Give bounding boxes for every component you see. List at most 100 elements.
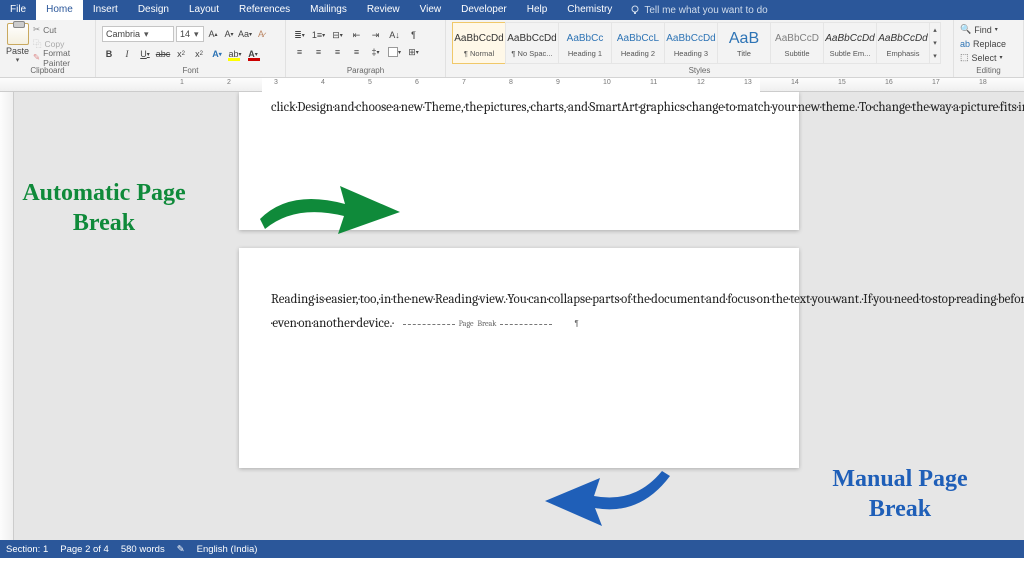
ruler-tick: 18 xyxy=(979,79,987,86)
find-label: Find xyxy=(974,25,992,35)
bold-button[interactable]: B xyxy=(102,47,116,61)
ruler-tick: 13 xyxy=(744,79,752,86)
font-size-combo[interactable]: 14▾ xyxy=(176,26,204,42)
highlight-button[interactable]: ab▾ xyxy=(228,47,242,61)
tab-developer[interactable]: Developer xyxy=(451,0,517,20)
status-page[interactable]: Page 2 of 4 xyxy=(60,544,109,555)
font-color-button[interactable]: A▾ xyxy=(246,47,260,61)
document-body-text[interactable]: Reading·is·easier,·too,·in·the·new·Readi… xyxy=(271,288,767,336)
lightbulb-icon xyxy=(630,5,640,15)
tab-review[interactable]: Review xyxy=(357,0,410,20)
styles-gallery[interactable]: AaBbCcDd¶ NormalAaBbCcDd¶ No Spac...AaBb… xyxy=(452,22,947,64)
document-page-2[interactable]: Reading·is·easier,·too,·in·the·new·Readi… xyxy=(239,248,799,468)
multilevel-button[interactable]: ⊟▾ xyxy=(330,28,345,42)
search-icon: 🔍 xyxy=(960,24,971,35)
replace-button[interactable]: abReplace xyxy=(960,37,1006,51)
brush-icon: ✎ xyxy=(33,52,40,63)
line-spacing-button[interactable]: ‡▾ xyxy=(368,45,383,59)
status-section[interactable]: Section: 1 xyxy=(6,544,48,555)
status-bar: Section: 1 Page 2 of 4 580 words ✎ Engli… xyxy=(0,540,1024,558)
ruler-tick: 10 xyxy=(603,79,611,86)
paste-label: Paste xyxy=(6,46,29,56)
tab-file[interactable]: File xyxy=(0,0,36,20)
shading-button[interactable]: ▾ xyxy=(387,45,402,59)
decrease-indent-button[interactable]: ⇤ xyxy=(349,28,364,42)
clipboard-group-label: Clipboard xyxy=(6,65,89,77)
style-title[interactable]: AaBTitle xyxy=(717,22,771,64)
underline-button[interactable]: U▾ xyxy=(138,47,152,61)
find-button[interactable]: 🔍Find▾ xyxy=(960,23,1006,37)
format-painter-button[interactable]: ✎Format Painter xyxy=(33,51,89,65)
select-button[interactable]: ⬚Select▾ xyxy=(960,51,1006,65)
font-group-label: Font xyxy=(102,65,279,77)
tab-mailings[interactable]: Mailings xyxy=(300,0,357,20)
numbering-button[interactable]: 1≡▾ xyxy=(311,28,326,42)
arrow-right-icon xyxy=(250,174,410,244)
font-size-value: 14 xyxy=(180,29,190,39)
style-emphasis[interactable]: AaBbCcDdEmphasis xyxy=(876,22,930,64)
tab-view[interactable]: View xyxy=(410,0,452,20)
style-subtle-em-[interactable]: AaBbCcDdSubtle Em... xyxy=(823,22,877,64)
borders-button[interactable]: ⊞▾ xyxy=(406,45,421,59)
replace-label: Replace xyxy=(973,39,1006,49)
tab-help[interactable]: Help xyxy=(517,0,558,20)
tab-layout[interactable]: Layout xyxy=(179,0,229,20)
shrink-font-button[interactable]: A▾ xyxy=(222,27,236,41)
align-right-button[interactable]: ≡ xyxy=(330,45,345,59)
styles-more-button[interactable]: ▴▾▾ xyxy=(929,22,941,64)
style-heading-1[interactable]: AaBbCcHeading 1 xyxy=(558,22,612,64)
align-center-button[interactable]: ≡ xyxy=(311,45,326,59)
tab-design[interactable]: Design xyxy=(128,0,179,20)
tab-home[interactable]: Home xyxy=(36,0,83,20)
ruler-tick: 16 xyxy=(885,79,893,86)
align-left-button[interactable]: ≡ xyxy=(292,45,307,59)
status-words[interactable]: 580 words xyxy=(121,544,165,555)
document-body-text[interactable]: click·Design·and·choose·a·new·Theme,·the… xyxy=(271,96,767,120)
replace-icon: ab xyxy=(960,39,970,49)
text-effects-button[interactable]: A▾ xyxy=(210,47,224,61)
style-subtitle[interactable]: AaBbCcDSubtitle xyxy=(770,22,824,64)
ruler-tick: 1 xyxy=(180,79,184,86)
proofing-icon[interactable]: ✎ xyxy=(177,544,185,555)
style-heading-2[interactable]: AaBbCcLHeading 2 xyxy=(611,22,665,64)
italic-button[interactable]: I xyxy=(120,47,134,61)
status-language[interactable]: English (India) xyxy=(197,544,258,555)
clear-formatting-button[interactable]: A̷ xyxy=(254,27,268,41)
tab-insert[interactable]: Insert xyxy=(83,0,128,20)
page2-text: Reading·is·easier,·too,·in·the·new·Readi… xyxy=(271,292,1024,331)
tell-me-label: Tell me what you want to do xyxy=(644,5,767,16)
ruler-tick: 15 xyxy=(838,79,846,86)
change-case-button[interactable]: Aa▾ xyxy=(238,27,252,41)
grow-font-button[interactable]: A▴ xyxy=(206,27,220,41)
ruler-tick: 5 xyxy=(368,79,372,86)
justify-button[interactable]: ≡ xyxy=(349,45,364,59)
arrow-left-icon xyxy=(540,466,680,536)
sort-button[interactable]: A↓ xyxy=(387,28,402,42)
font-name-combo[interactable]: Cambria▾ xyxy=(102,26,174,42)
tab-chemistry[interactable]: Chemistry xyxy=(557,0,622,20)
cut-button[interactable]: ✂Cut xyxy=(33,23,89,37)
style--normal[interactable]: AaBbCcDd¶ Normal xyxy=(452,22,506,64)
increase-indent-button[interactable]: ⇥ xyxy=(368,28,383,42)
styles-group-label: Styles xyxy=(452,65,947,77)
tab-references[interactable]: References xyxy=(229,0,300,20)
paste-button[interactable]: Paste ▾ xyxy=(6,23,33,64)
ruler-tick: 14 xyxy=(791,79,799,86)
bullets-button[interactable]: ≣▾ xyxy=(292,28,307,42)
tell-me-search[interactable]: Tell me what you want to do xyxy=(630,5,767,16)
scissors-icon: ✂ xyxy=(33,24,40,35)
subscript-button[interactable]: x2 xyxy=(174,47,188,61)
ruler-tick: 17 xyxy=(932,79,940,86)
paste-icon xyxy=(7,23,29,45)
style-heading-3[interactable]: AaBbCcDdHeading 3 xyxy=(664,22,718,64)
ruler-tick: 2 xyxy=(227,79,231,86)
superscript-button[interactable]: x2 xyxy=(192,47,206,61)
editing-group-label: Editing xyxy=(960,65,1017,77)
ruler-tick: 3 xyxy=(274,79,278,86)
vertical-ruler[interactable] xyxy=(0,92,14,540)
annotation-automatic: Automatic Page Break xyxy=(4,178,204,238)
horizontal-ruler[interactable]: 123456789101112131415161718 xyxy=(0,78,1024,92)
show-marks-button[interactable]: ¶ xyxy=(406,28,421,42)
strikethrough-button[interactable]: abc xyxy=(156,47,170,61)
style--no-spac-[interactable]: AaBbCcDd¶ No Spac... xyxy=(505,22,559,64)
